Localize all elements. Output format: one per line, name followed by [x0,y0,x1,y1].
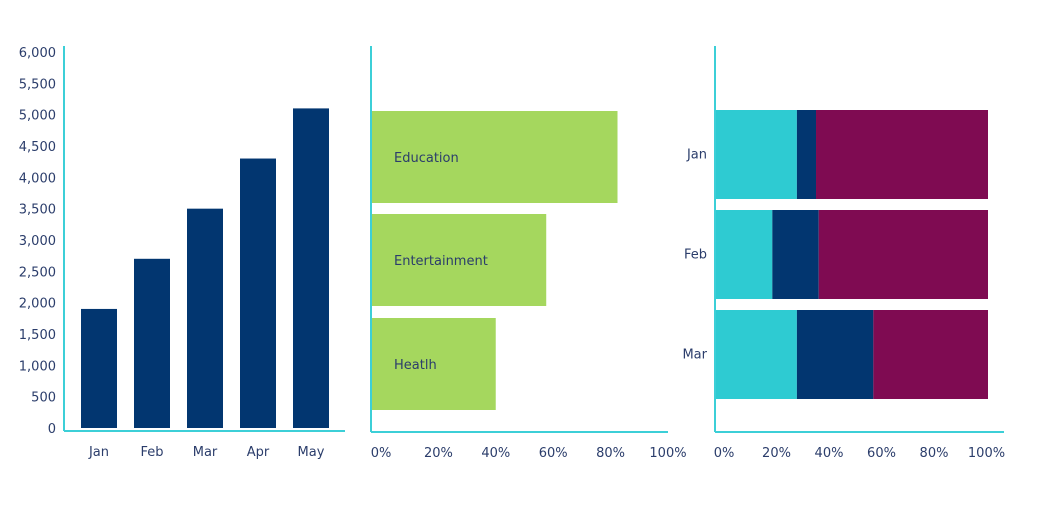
segment-jan-2 [796,110,817,199]
x-tick-label: Apr [247,445,270,460]
y-tick-label: 2,000 [19,297,56,312]
x-tick-label: Jan [88,445,109,460]
bar-jan [81,308,117,428]
y-tick-label: 1,000 [19,359,56,374]
segment-jan-3 [816,110,988,199]
y-tick-label: 5,500 [19,77,56,92]
y-tick-label: Mar [682,348,707,363]
bar-mar [187,208,223,428]
y-tick-label: 1,500 [19,328,56,343]
segment-jan-1 [715,110,797,199]
y-tick-label: Jan [686,148,707,163]
y-tick-label: 4,000 [19,171,56,186]
bar-label: Education [394,151,459,166]
segment-feb-3 [818,210,988,299]
x-tick-label: 80% [596,446,625,461]
segment-mar-3 [873,310,988,399]
y-tick-label: Feb [684,248,707,263]
x-tick-label: 20% [762,446,791,461]
y-tick-label: 4,500 [19,140,56,155]
x-tick-label: 0% [371,446,392,461]
charts-canvas: 0 500 1,000 1,500 2,000 2,500 3,000 3,500 4,000 4… [19,46,1005,461]
x-tick-label: 100% [968,446,1005,461]
bar-feb [134,258,170,428]
x-tick-label: May [298,445,325,460]
bar-label: Heatlh [394,358,437,373]
y-tick-label: 0 [48,422,56,437]
y-tick-label: 3,000 [19,234,56,249]
x-tick-label: 0% [714,446,735,461]
x-tick-label: Mar [193,445,218,460]
segment-feb-2 [772,210,819,299]
segment-feb-1 [715,210,773,299]
x-tick-label: 40% [481,446,510,461]
y-tick-label: 5,000 [19,109,56,124]
y-tick-label: 6,000 [19,46,56,61]
x-tick-label: 80% [920,446,949,461]
x-tick-label: 40% [815,446,844,461]
y-tick-label: 2,500 [19,265,56,280]
x-tick-label: 20% [424,446,453,461]
bar-may [293,108,329,429]
bar-label: Entertainment [394,254,488,269]
bar-apr [240,158,276,429]
segment-mar-2 [796,310,874,399]
x-tick-label: 100% [649,446,686,461]
segment-mar-1 [715,310,797,399]
x-tick-label: 60% [867,446,896,461]
y-tick-label: 3,500 [19,203,56,218]
y-tick-label: 500 [31,391,56,406]
x-tick-label: Feb [140,445,163,460]
x-tick-label: 60% [539,446,568,461]
